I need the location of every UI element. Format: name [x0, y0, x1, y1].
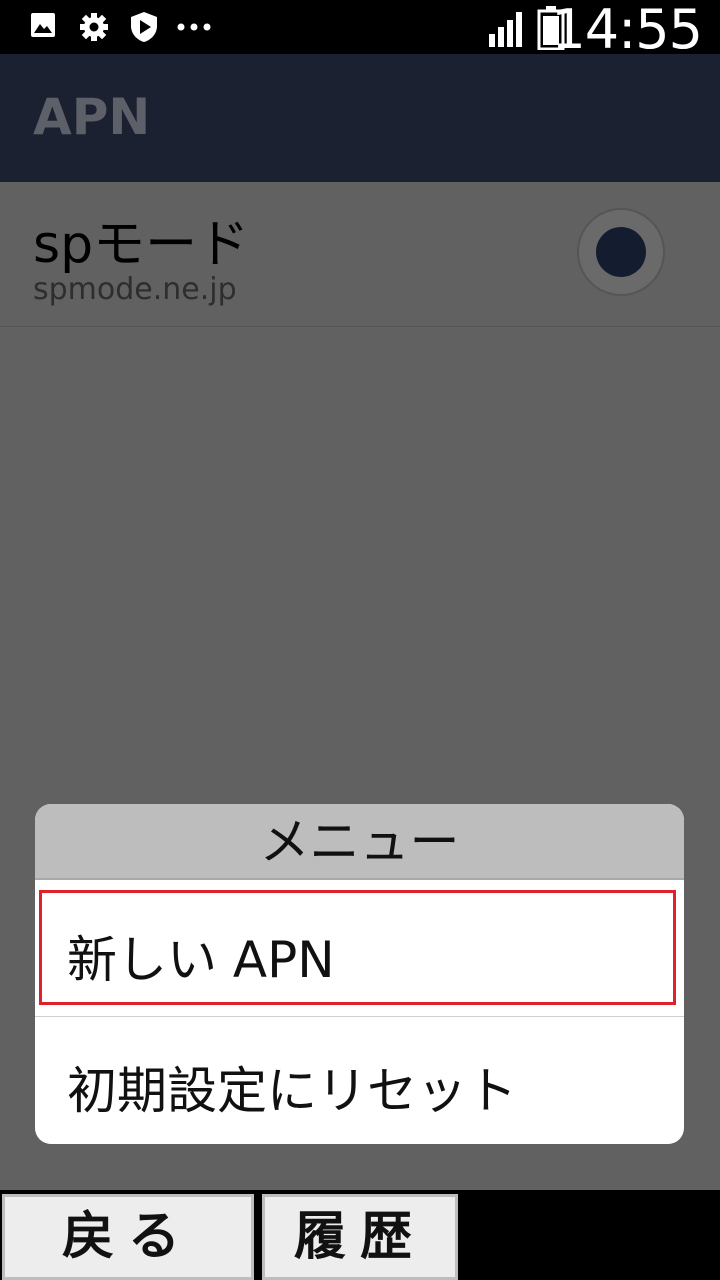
image-icon	[31, 13, 55, 37]
menu-item-reset-defaults[interactable]: 初期設定にリセット	[35, 1016, 684, 1144]
history-button[interactable]: 履歴	[262, 1194, 458, 1280]
shield-play-icon	[131, 12, 157, 42]
apn-name: spモード	[33, 215, 250, 275]
status-bar: 14:55	[0, 0, 720, 61]
app-bar: APN	[0, 54, 720, 182]
signal-icon	[489, 12, 522, 47]
more-dots-icon	[177, 23, 211, 31]
menu-item-label: 初期設定にリセット	[67, 1062, 517, 1120]
back-button[interactable]: 戻る	[2, 1194, 254, 1280]
menu-item-new-apn[interactable]: 新しい APN	[35, 886, 684, 1014]
apn-address: spmode.ne.jp	[33, 272, 237, 307]
menu-dialog: メニュー 新しい APN 初期設定にリセット	[35, 804, 684, 1144]
dialog-title: メニュー	[35, 804, 684, 880]
menu-item-label: 新しい APN	[67, 931, 335, 989]
soft-key-bar: 戻る 履歴	[0, 1190, 720, 1280]
apn-radio-button[interactable]	[577, 208, 665, 296]
page-title: APN	[33, 88, 151, 146]
apn-list-item[interactable]: spモード spmode.ne.jp	[0, 182, 720, 327]
radio-selected-dot	[596, 227, 646, 277]
gear-icon	[80, 13, 108, 41]
clock: 14:55	[551, 0, 703, 61]
